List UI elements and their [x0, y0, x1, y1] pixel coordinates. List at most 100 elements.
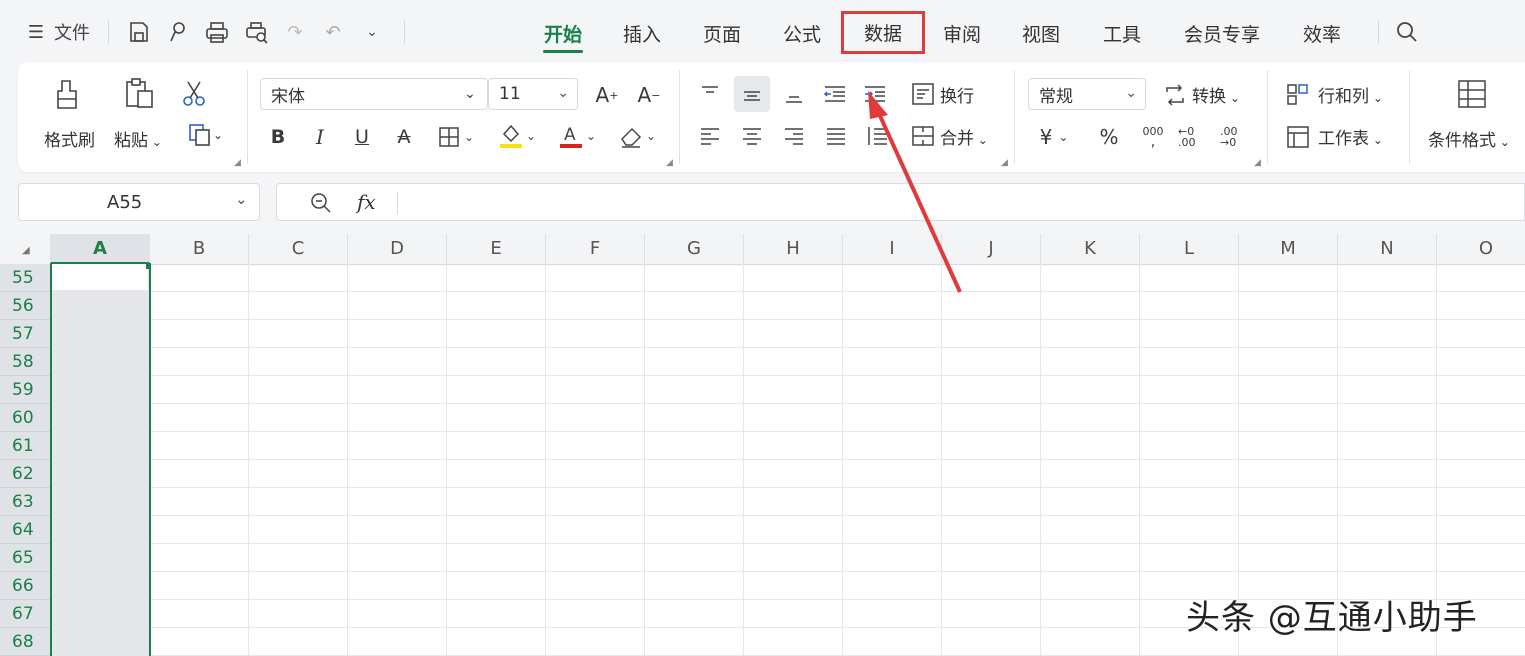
row-header-62[interactable]: 62: [0, 460, 51, 488]
increase-decimal-icon[interactable]: ←0 .00: [1178, 122, 1212, 152]
tab-review[interactable]: 审阅: [937, 18, 987, 48]
column-header-m[interactable]: M: [1239, 234, 1338, 264]
column-header-e[interactable]: E: [447, 234, 546, 264]
name-box[interactable]: A55 ⌄: [18, 183, 260, 221]
row-header-64[interactable]: 64: [0, 516, 51, 544]
currency-icon[interactable]: ¥ ⌄: [1030, 122, 1078, 152]
row-header-68[interactable]: 68: [0, 628, 51, 656]
menu-icon[interactable]: ☰: [26, 18, 46, 46]
column-header-a[interactable]: A: [51, 234, 150, 264]
undo-icon[interactable]: ↶: [322, 18, 344, 46]
print-preview-icon[interactable]: [243, 18, 271, 46]
row-header-65[interactable]: 65: [0, 544, 51, 572]
justify-icon[interactable]: [822, 120, 850, 152]
copy-icon[interactable]: ⌄: [182, 120, 228, 150]
chevron-down-icon[interactable]: ⌄: [460, 82, 480, 106]
cut-icon[interactable]: [178, 78, 210, 110]
dialog-launcher-icon[interactable]: ◢: [1254, 158, 1261, 168]
column-header-b[interactable]: B: [150, 234, 249, 264]
bold-button[interactable]: B: [264, 122, 292, 152]
row-header-55[interactable]: 55: [0, 264, 51, 292]
column-header-d[interactable]: D: [348, 234, 447, 264]
format-painter-icon[interactable]: [50, 76, 86, 112]
convert-icon[interactable]: [1160, 80, 1190, 110]
decrease-indent-icon[interactable]: [820, 78, 850, 110]
fx-button[interactable]: fx: [357, 190, 376, 214]
export-icon[interactable]: [165, 18, 191, 46]
tab-view[interactable]: 视图: [1016, 18, 1066, 48]
dialog-launcher-icon[interactable]: ◢: [666, 158, 673, 168]
column-header-o[interactable]: O: [1437, 234, 1525, 264]
zoom-icon[interactable]: [309, 191, 333, 219]
redo-icon[interactable]: ↷: [284, 18, 306, 46]
tab-insert[interactable]: 插入: [617, 18, 667, 48]
font-color-icon[interactable]: A ⌄: [554, 120, 600, 152]
underline-button[interactable]: U: [348, 122, 376, 152]
rows-columns-icon[interactable]: [1284, 80, 1312, 110]
align-right-icon[interactable]: [780, 120, 808, 152]
column-header-k[interactable]: K: [1041, 234, 1140, 264]
thousands-separator-icon[interactable]: 000,: [1136, 122, 1170, 152]
column-header-h[interactable]: H: [744, 234, 843, 264]
percent-button[interactable]: %: [1094, 122, 1124, 152]
row-header-59[interactable]: 59: [0, 376, 51, 404]
row-header-57[interactable]: 57: [0, 320, 51, 348]
row-header-58[interactable]: 58: [0, 348, 51, 376]
align-bottom-icon[interactable]: [780, 78, 808, 110]
convert-label[interactable]: 转换 ⌄: [1192, 82, 1240, 107]
active-cell[interactable]: [52, 264, 148, 290]
paste-label[interactable]: 粘贴 ⌄: [114, 126, 162, 151]
align-left-icon[interactable]: [696, 120, 724, 152]
grid-line-vertical: [1040, 264, 1041, 656]
tab-tools[interactable]: 工具: [1097, 18, 1147, 48]
border-icon[interactable]: ⌄: [434, 122, 478, 152]
row-header-67[interactable]: 67: [0, 600, 51, 628]
tab-home[interactable]: 开始: [538, 18, 588, 48]
eraser-icon[interactable]: ⌄: [614, 120, 660, 152]
tab-efficiency[interactable]: 效率: [1297, 18, 1347, 48]
rows-columns-label[interactable]: 行和列 ⌄: [1318, 82, 1383, 107]
tab-page[interactable]: 页面: [697, 18, 747, 48]
paste-icon[interactable]: [122, 76, 158, 112]
worksheet-icon[interactable]: [1284, 122, 1312, 152]
column-header-n[interactable]: N: [1338, 234, 1437, 264]
align-middle-icon[interactable]: [734, 76, 770, 112]
font-name-select[interactable]: 宋体: [260, 78, 488, 110]
decrease-font-icon[interactable]: A −: [634, 80, 664, 110]
worksheet-label[interactable]: 工作表 ⌄: [1318, 124, 1383, 149]
file-menu[interactable]: 文件: [52, 18, 92, 46]
print-icon[interactable]: [203, 18, 231, 46]
row-header-63[interactable]: 63: [0, 488, 51, 516]
save-icon[interactable]: [126, 18, 152, 46]
fill-color-icon[interactable]: ⌄: [494, 120, 540, 152]
conditional-format-label[interactable]: 条件格式 ⌄: [1428, 126, 1510, 151]
decrease-decimal-icon[interactable]: .00 →0: [1220, 122, 1254, 152]
row-header-61[interactable]: 61: [0, 432, 51, 460]
column-header-f[interactable]: F: [546, 234, 645, 264]
tab-member[interactable]: 会员专享: [1180, 18, 1264, 48]
column-header-g[interactable]: G: [645, 234, 744, 264]
chevron-down-icon[interactable]: ⌄: [235, 190, 248, 208]
tab-data[interactable]: 数据: [841, 11, 925, 54]
column-header-c[interactable]: C: [249, 234, 348, 264]
font-size-select[interactable]: 11 ⌄: [488, 78, 578, 110]
strikethrough-icon[interactable]: A: [390, 122, 418, 152]
italic-button[interactable]: I: [306, 122, 334, 152]
dialog-launcher-icon[interactable]: ◢: [234, 158, 241, 168]
column-header-l[interactable]: L: [1140, 234, 1239, 264]
row-header-60[interactable]: 60: [0, 404, 51, 432]
fill-handle[interactable]: [146, 264, 151, 269]
format-painter-label[interactable]: 格式刷: [44, 126, 95, 151]
number-format-select[interactable]: 常规 ⌄: [1028, 78, 1146, 110]
align-center-icon[interactable]: [738, 120, 766, 152]
chevron-down-icon[interactable]: ⌄: [361, 18, 383, 46]
conditional-format-icon[interactable]: [1454, 76, 1490, 112]
search-icon[interactable]: [1394, 18, 1420, 46]
row-header-66[interactable]: 66: [0, 572, 51, 600]
align-top-icon[interactable]: [696, 78, 724, 110]
row-header-56[interactable]: 56: [0, 292, 51, 320]
increase-font-icon[interactable]: A +: [592, 80, 622, 110]
dialog-launcher-icon[interactable]: ◢: [1001, 158, 1008, 168]
tab-formula[interactable]: 公式: [777, 18, 827, 48]
select-all-corner[interactable]: ◢: [0, 234, 51, 264]
